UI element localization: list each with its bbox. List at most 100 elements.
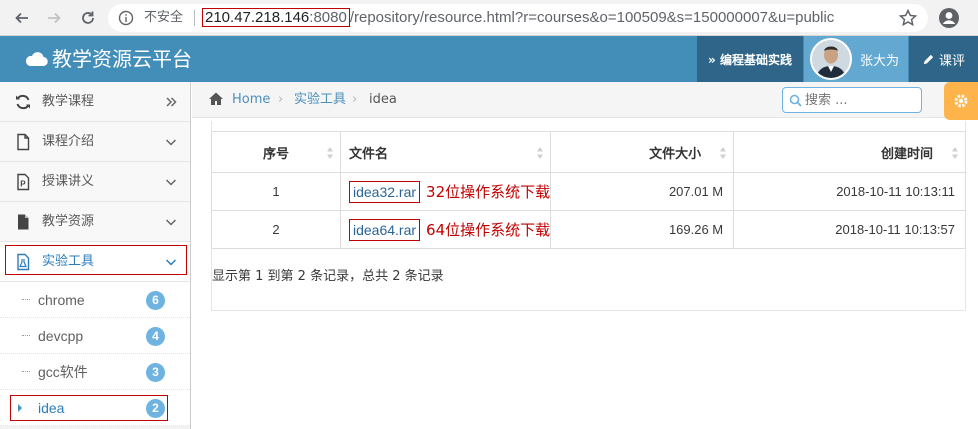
info-icon[interactable] <box>118 10 134 26</box>
tree-line <box>22 299 30 300</box>
submenu-item-label: devcpp <box>38 328 84 344</box>
file-text-icon <box>18 214 29 230</box>
tree-line <box>22 371 30 372</box>
caret-right-icon <box>18 404 22 412</box>
annotation-box <box>5 245 187 275</box>
column-header-size[interactable]: 文件大小 <box>550 131 735 173</box>
url-path: /repository/resource.html?r=courses&o=10… <box>349 9 835 26</box>
sidebar-item-label: 教学资源 <box>42 214 95 229</box>
file-download-link[interactable]: idea32.rar <box>349 181 421 203</box>
submenu-item-idea[interactable]: idea 2 <box>0 390 190 426</box>
gear-icon <box>954 94 968 108</box>
url-text[interactable]: 210.47.218.146:8080/repository/resource.… <box>202 8 835 27</box>
bookmark-star-icon[interactable] <box>898 8 918 28</box>
sidebar-item-courses[interactable]: 教学课程 <box>0 82 190 122</box>
annotation-note: 32位操作系统下载 <box>426 183 551 201</box>
sidebar-item-label: 教学课程 <box>42 94 95 109</box>
cell-filename: idea64.rar 64位操作系统下载 <box>339 210 552 249</box>
submenu-item-label: idea <box>38 400 65 416</box>
url-port: :8080 <box>309 9 347 26</box>
settings-toggle[interactable] <box>944 82 978 120</box>
breadcrumb-separator: › <box>278 92 284 107</box>
chevron-down-icon <box>165 139 177 146</box>
search-input[interactable] <box>805 91 915 109</box>
eval-button-label: 课评 <box>938 53 965 69</box>
submenu-item-gcc[interactable]: gcc软件 3 <box>0 354 190 390</box>
avatar <box>810 38 852 80</box>
file-table: 序号 文件名 文件大小 创建时间 1 idea32.rar 32位操作系统下载 2… <box>211 131 966 249</box>
sort-icon <box>952 147 958 159</box>
cell-created: 2018-10-11 10:13:57 <box>733 210 966 249</box>
sidebar-item-resources[interactable]: 教学资源 <box>0 202 190 242</box>
brand-title: 教学资源云平台 <box>52 47 192 71</box>
sidebar-item-lectures[interactable]: P 授课讲义 <box>0 162 190 202</box>
submenu-item-devcpp[interactable]: devcpp 4 <box>0 318 190 354</box>
reload-icon[interactable] <box>76 6 100 30</box>
breadcrumb-home[interactable]: Home <box>232 91 270 109</box>
table-header-row: 序号 文件名 文件大小 创建时间 <box>211 131 966 173</box>
cell-created: 2018-10-11 10:13:11 <box>733 172 966 211</box>
count-badge: 6 <box>146 291 165 310</box>
forward-arrow-icon[interactable] <box>42 6 66 30</box>
search-field[interactable] <box>782 87 922 113</box>
column-header-label: 文件大小 <box>649 146 702 162</box>
annotation-box <box>10 395 168 421</box>
chevron-down-icon <box>165 219 177 226</box>
search-icon <box>789 94 802 107</box>
breadcrumb-lab-tools[interactable]: 实验工具 <box>294 91 346 109</box>
sidebar-item-lab-tools[interactable]: 实验工具 <box>0 242 190 282</box>
file-download-link[interactable]: idea64.rar <box>349 219 421 241</box>
ppt-file-icon: P <box>17 173 30 191</box>
url-host-text: 210.47.218.146 <box>205 9 310 26</box>
count-badge: 2 <box>146 399 165 418</box>
sidebar-item-intro[interactable]: 课程介绍 <box>0 122 190 162</box>
user-name: 张大为 <box>860 54 900 69</box>
back-arrow-icon[interactable] <box>10 6 34 30</box>
table-row: 1 idea32.rar 32位操作系统下载 207.01 M 2018-10-1… <box>211 172 966 211</box>
sidebar-item-label: 实验工具 <box>42 254 95 269</box>
breadcrumb-current: idea <box>369 92 397 107</box>
submenu-item-label: chrome <box>38 292 85 308</box>
pencil-icon <box>923 54 934 64</box>
cell-index: 1 <box>211 172 341 211</box>
submenu-item-chrome[interactable]: chrome 6 <box>0 282 190 318</box>
cell-size: 207.01 M <box>550 172 735 211</box>
file-icon <box>17 133 30 151</box>
column-header-label: 创建时间 <box>880 146 933 162</box>
column-header-label: 序号 <box>262 146 289 162</box>
sidebar-item-label: 授课讲义 <box>42 174 95 189</box>
annotation-note: 64位操作系统下载 <box>426 221 551 239</box>
cell-filename: idea32.rar 32位操作系统下载 <box>339 172 552 211</box>
count-badge: 3 <box>146 363 165 382</box>
breadcrumb: Home › 实验工具 › idea <box>192 82 978 120</box>
column-header-label: 文件名 <box>349 146 389 162</box>
course-button[interactable]: » 编程基础实践 <box>697 36 803 82</box>
refresh-icon <box>16 94 30 110</box>
chevron-down-icon <box>165 179 177 186</box>
column-header-filename[interactable]: 文件名 <box>339 131 552 173</box>
browser-toolbar: 不安全 210.47.218.146:8080/repository/resou… <box>0 0 978 36</box>
omnibox-divider <box>194 10 195 26</box>
brand[interactable]: 教学资源云平台 <box>24 45 192 73</box>
sort-icon <box>537 147 544 159</box>
double-chevron-right-icon <box>166 97 177 107</box>
sort-icon <box>720 147 727 159</box>
chevron-down-icon <box>165 259 177 266</box>
sidebar-item-label: 课程介绍 <box>42 134 95 149</box>
column-header-created[interactable]: 创建时间 <box>733 131 966 173</box>
count-badge: 4 <box>146 327 165 346</box>
column-header-index[interactable]: 序号 <box>211 131 341 173</box>
eval-button[interactable]: 课评 <box>909 36 978 82</box>
pagination-summary: 显示第 1 到第 2 条记录，总共 2 条记录 <box>212 269 444 284</box>
user-menu[interactable]: 张大为 <box>804 36 908 82</box>
security-label: 不安全 <box>144 10 184 25</box>
table-row: 2 idea64.rar 64位操作系统下载 169.26 M 2018-10-1… <box>211 210 966 249</box>
cell-index: 2 <box>211 210 341 249</box>
account-icon[interactable] <box>938 7 960 29</box>
cell-size: 169.26 M <box>550 210 735 249</box>
flask-icon <box>17 253 30 271</box>
url-host: 210.47.218.146:8080 <box>202 8 350 27</box>
address-bar[interactable]: 不安全 210.47.218.146:8080/repository/resou… <box>108 4 928 32</box>
cloud-icon <box>25 52 48 67</box>
submenu-item-label: gcc软件 <box>38 364 88 380</box>
